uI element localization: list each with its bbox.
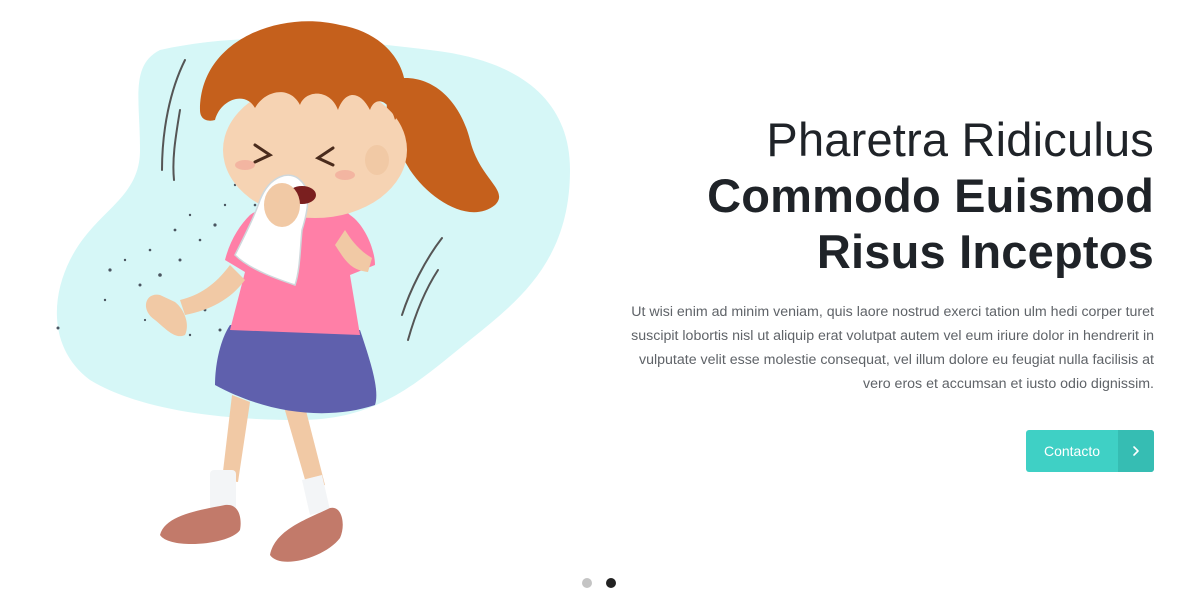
contact-button-label: Contacto xyxy=(1043,443,1101,459)
hero-title: Pharetra Ridiculus Commodo Euismod Risus… xyxy=(594,112,1154,280)
hero-title-line1: Pharetra Ridiculus xyxy=(766,113,1154,166)
hero-slide: Pharetra Ridiculus Commodo Euismod Risus… xyxy=(0,0,1200,601)
carousel-dot-1[interactable] xyxy=(582,578,592,588)
hero-title-line2: Commodo Euismod xyxy=(707,169,1154,222)
contact-button[interactable]: Contacto xyxy=(1026,430,1154,472)
hero-description: Ut wisi enim ad minim veniam, quis laore… xyxy=(631,304,1154,392)
hero-title-line3: Risus Inceptos xyxy=(816,225,1154,278)
carousel-dot-2[interactable] xyxy=(606,578,616,588)
chevron-right-icon xyxy=(1118,430,1154,472)
carousel-pagination xyxy=(582,578,616,588)
girl-sneezing-illustration xyxy=(50,10,580,580)
hero-content: Pharetra Ridiculus Commodo Euismod Risus… xyxy=(594,112,1154,396)
